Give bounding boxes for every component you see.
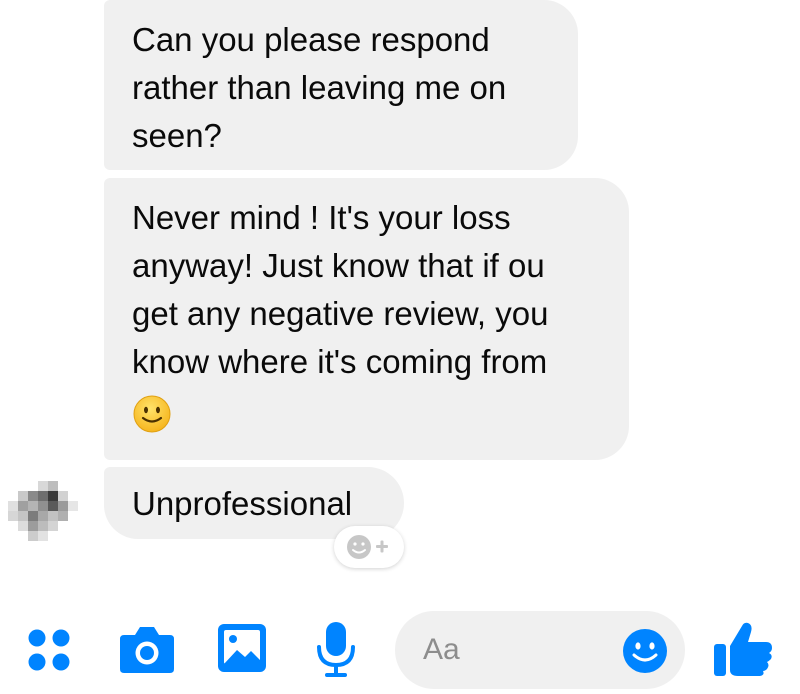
add-reaction-icon xyxy=(347,535,388,559)
message-input[interactable] xyxy=(423,629,593,671)
message-composer[interactable] xyxy=(395,611,685,689)
message-text-line: Never mind ! It's your loss xyxy=(132,199,511,236)
message-text-line: seen? xyxy=(132,117,222,154)
message-text-line: get any negative review, you xyxy=(132,295,549,332)
smiley-icon[interactable] xyxy=(621,627,669,675)
slightly-smiling-face-icon xyxy=(133,395,171,433)
photo-icon[interactable] xyxy=(216,622,268,674)
message-bubble[interactable]: Can you please respond rather than leavi… xyxy=(104,0,578,170)
message-text-line: Unprofessional xyxy=(132,485,353,522)
message-text-line: rather than leaving me on xyxy=(132,69,507,106)
message-text-line: Can you please respond xyxy=(132,21,490,58)
message-bubble[interactable]: Never mind ! It's your loss anyway! Just… xyxy=(104,178,629,460)
message-text-line: know where it's coming from xyxy=(132,343,548,380)
apps-icon[interactable] xyxy=(24,625,74,675)
message-text-line: anyway! Just know that if ou xyxy=(132,247,545,284)
thumbs-up-icon[interactable] xyxy=(712,620,776,678)
avatar[interactable] xyxy=(8,481,78,551)
microphone-icon[interactable] xyxy=(314,620,358,680)
camera-icon[interactable] xyxy=(118,623,176,675)
add-reaction-button[interactable] xyxy=(334,526,404,568)
